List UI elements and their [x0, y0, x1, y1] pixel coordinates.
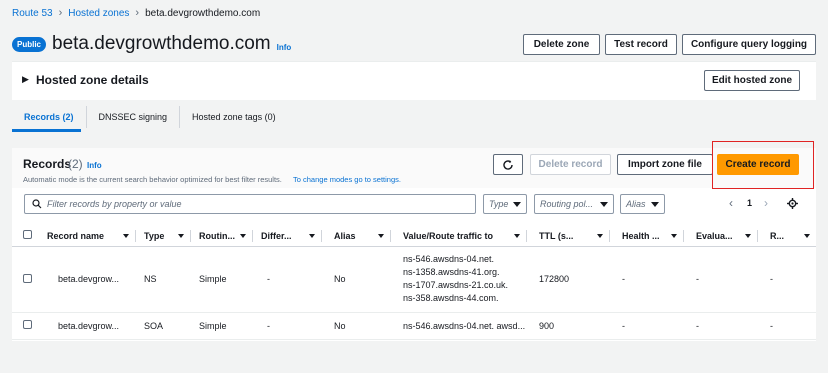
caret-down-icon — [513, 201, 521, 207]
column-header[interactable]: R... — [758, 226, 816, 247]
row-checkbox[interactable] — [23, 273, 32, 283]
chevron-right-icon: › — [135, 7, 140, 19]
search-icon — [32, 199, 42, 209]
refresh-button[interactable] — [493, 154, 523, 175]
alias-filter-select[interactable]: Alias — [620, 194, 665, 214]
edit-hosted-zone-button[interactable]: Edit hosted zone — [704, 70, 800, 91]
next-page-icon[interactable]: › — [764, 196, 768, 210]
search-placeholder: Filter records by property or value — [47, 199, 182, 209]
ttl-cell: 172800 — [527, 246, 610, 313]
type-filter-select[interactable]: Type — [483, 194, 527, 214]
breadcrumb-hosted-zones-link[interactable]: Hosted zones — [68, 8, 129, 19]
alias-filter-label: Alias — [626, 199, 646, 209]
page-title: beta.devgrowthdemo.com — [52, 33, 271, 54]
record-type-cell: SOA — [136, 312, 191, 340]
evaluate-cell: - — [684, 246, 758, 313]
info-link[interactable]: Info — [277, 43, 292, 52]
differentiator-cell: - — [253, 312, 322, 340]
records-title: Records — [23, 157, 72, 171]
column-header[interactable]: Alias — [322, 226, 391, 247]
page-header: Public beta.devgrowthdemo.com Info — [12, 32, 291, 56]
sort-icon — [240, 233, 246, 238]
health-cell: - — [610, 246, 684, 313]
records-description: Automatic mode is the current search beh… — [23, 175, 282, 184]
column-header[interactable]: Health ... — [610, 226, 684, 247]
records-table: Record name Type Routin... Differ... Ali… — [12, 226, 816, 340]
record-name-cell: beta.devgrow... — [47, 312, 136, 340]
breadcrumb-current: beta.devgrowthdemo.com — [145, 7, 261, 19]
table-header-row: Record name Type Routin... Differ... Ali… — [12, 226, 816, 247]
delete-record-button[interactable]: Delete record — [530, 154, 611, 175]
breadcrumb: Route 53 › Hosted zones › beta.devgrowth… — [12, 7, 260, 19]
refresh-icon — [503, 159, 513, 170]
test-record-button[interactable]: Test record — [605, 34, 677, 55]
chevron-right-icon: › — [58, 7, 63, 19]
column-header[interactable]: Type — [136, 226, 191, 247]
tab-records[interactable]: Records (2) — [12, 106, 87, 128]
column-header[interactable]: Record name — [47, 226, 136, 247]
sort-icon — [514, 233, 520, 238]
record-type-cell: NS — [136, 246, 191, 313]
evaluate-cell: - — [684, 312, 758, 340]
sort-icon — [378, 233, 384, 238]
ttl-cell: 900 — [527, 312, 610, 340]
row-checkbox[interactable] — [23, 320, 32, 329]
search-input[interactable]: Filter records by property or value — [24, 194, 476, 214]
r-cell: - — [758, 246, 816, 313]
caret-down-icon — [651, 201, 659, 207]
sort-icon — [804, 233, 810, 238]
sort-icon — [745, 233, 751, 238]
health-cell: - — [610, 312, 684, 340]
value-cell: ns-546.awsdns-04.net. ns-1358.awsdns-41.… — [391, 246, 527, 313]
column-header[interactable]: Routin... — [191, 226, 253, 247]
sort-icon — [597, 233, 603, 238]
record-name-cell: beta.devgrow... — [47, 246, 136, 313]
column-header[interactable]: Differ... — [253, 226, 322, 247]
tab-dnssec-signing[interactable]: DNSSEC signing — [87, 106, 181, 128]
records-info-link[interactable]: Info — [87, 161, 102, 170]
select-all-checkbox[interactable] — [23, 230, 32, 240]
hosted-zone-details-title: Hosted zone details — [36, 73, 149, 87]
caret-down-icon — [600, 201, 608, 207]
tab-hosted-zone-tags[interactable]: Hosted zone tags (0) — [180, 106, 288, 128]
previous-page-icon[interactable]: ‹ — [729, 196, 733, 210]
breadcrumb-route53-link[interactable]: Route 53 — [12, 8, 53, 19]
public-badge: Public — [12, 36, 47, 52]
sort-icon — [178, 233, 184, 238]
settings-link[interactable]: To change modes go to settings. — [293, 175, 401, 184]
routing-cell: Simple — [191, 246, 253, 313]
column-header[interactable]: TTL (s... — [527, 226, 610, 247]
sort-icon — [123, 233, 129, 238]
r-cell: - — [758, 312, 816, 340]
column-header[interactable]: Value/Route traffic to — [391, 226, 527, 247]
sort-icon — [671, 233, 677, 238]
value-cell: ns-546.awsdns-04.net. awsd... — [391, 312, 527, 340]
routing-filter-label: Routing pol... — [540, 199, 594, 209]
table-row[interactable]: beta.devgrow... SOA Simple - No ns-546.a… — [12, 312, 816, 340]
records-count: (2) — [68, 157, 83, 171]
expand-caret-icon[interactable]: ▶ — [22, 74, 29, 85]
hosted-zone-details-panel: ▶ Hosted zone details Edit hosted zone — [12, 61, 816, 100]
alias-cell: No — [322, 312, 391, 340]
active-tab-indicator — [12, 129, 81, 132]
routing-policy-filter-select[interactable]: Routing pol... — [534, 194, 614, 214]
sort-icon — [309, 233, 315, 238]
records-panel: Records (2) Info Automatic mode is the c… — [12, 148, 816, 341]
type-filter-label: Type — [489, 199, 509, 209]
tab-bar: Records (2) DNSSEC signing Hosted zone t… — [12, 106, 816, 132]
table-row[interactable]: beta.devgrow... NS Simple - No ns-546.aw… — [12, 246, 816, 313]
delete-zone-button[interactable]: Delete zone — [523, 34, 600, 55]
differentiator-cell: - — [253, 246, 322, 313]
alias-cell: No — [322, 246, 391, 313]
page-number[interactable]: 1 — [747, 198, 752, 208]
highlight-box — [712, 141, 814, 189]
column-header[interactable]: Evalua... — [684, 226, 758, 247]
configure-query-logging-button[interactable]: Configure query logging — [682, 34, 816, 55]
import-zone-file-button[interactable]: Import zone file — [617, 154, 713, 175]
routing-cell: Simple — [191, 312, 253, 340]
settings-gear-icon[interactable] — [787, 198, 798, 209]
